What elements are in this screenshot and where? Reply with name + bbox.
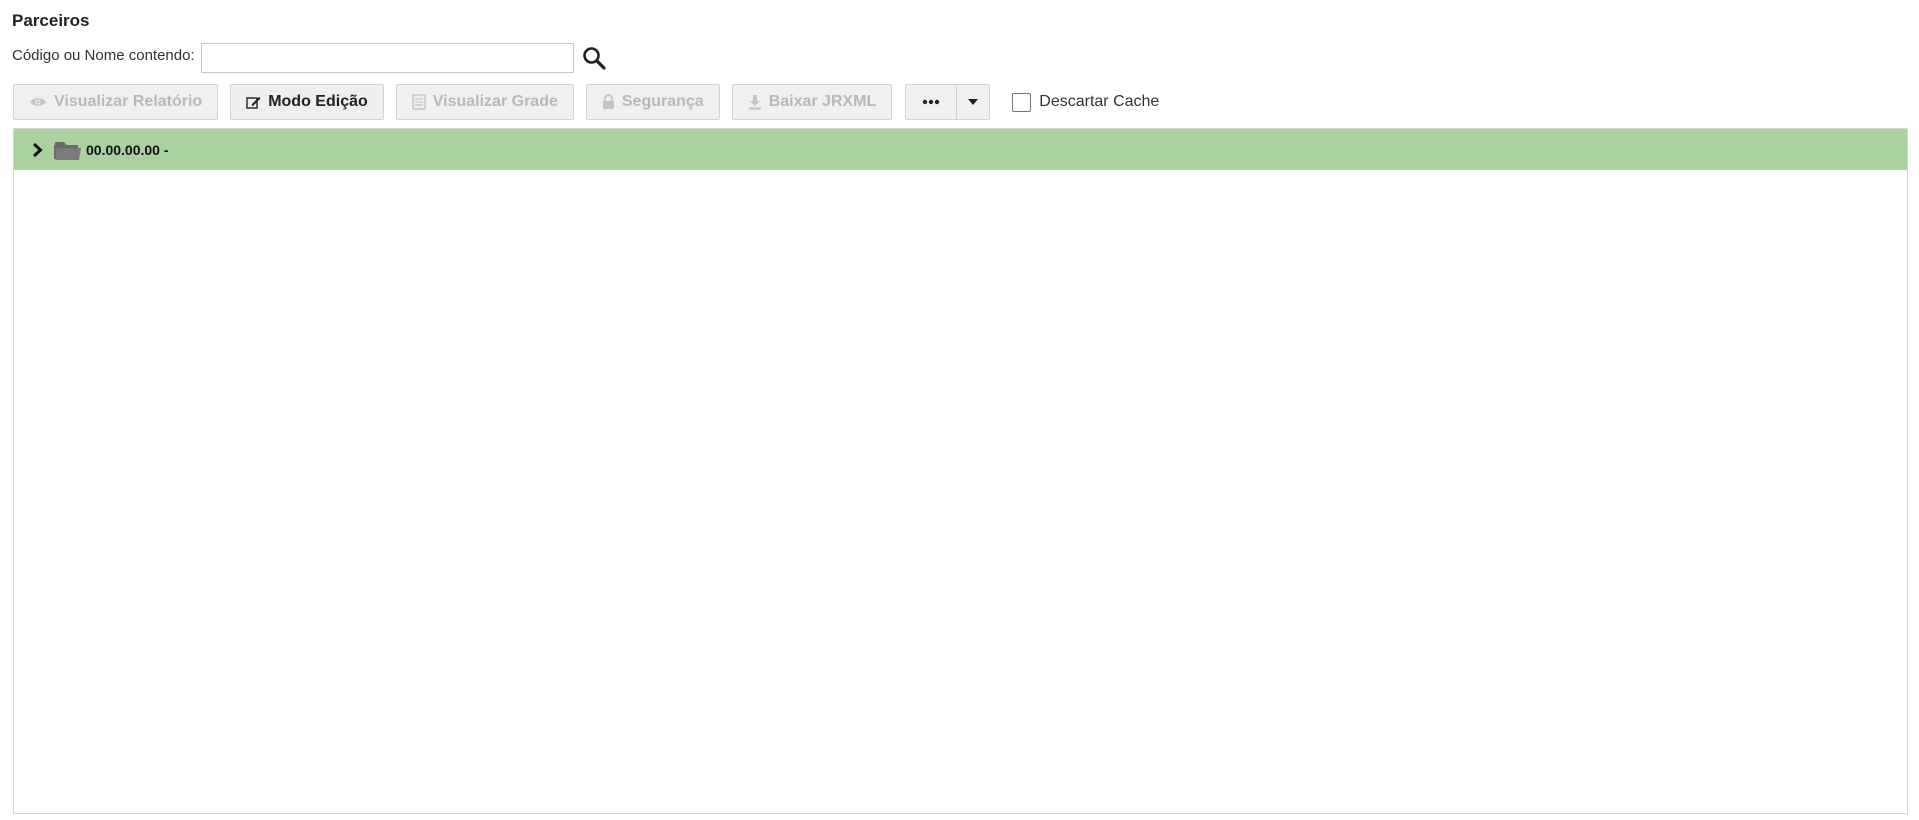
download-jrxml-button[interactable]: Baixar JRXML (731, 84, 893, 120)
edit-mode-label: Modo Edição (268, 93, 368, 110)
page-title: Parceiros (12, 11, 90, 30)
ellipsis-icon (923, 99, 940, 105)
more-actions-split-button (905, 84, 991, 120)
search-label: Código ou Nome contendo: (12, 46, 195, 64)
page: Parceiros Código ou Nome contendo: Visua… (0, 0, 1919, 820)
lock-icon (602, 94, 615, 110)
search-icon (582, 47, 606, 70)
search-row: Código ou Nome contendo: (12, 41, 609, 75)
discard-cache-checkbox[interactable] (1012, 92, 1032, 112)
toolbar: Visualizar Relatório Modo Edição Visuali… (13, 84, 1159, 120)
tree-node[interactable]: 00.00.00.00 - (14, 129, 1907, 170)
view-grid-label: Visualizar Grade (432, 93, 558, 110)
eye-icon (29, 96, 47, 108)
view-report-label: Visualizar Relatório (54, 93, 203, 110)
more-actions-button[interactable] (905, 84, 958, 120)
grid-icon (412, 94, 426, 110)
download-icon (748, 94, 762, 110)
security-button[interactable]: Segurança (585, 84, 720, 120)
download-jrxml-label: Baixar JRXML (768, 93, 877, 110)
view-grid-button[interactable]: Visualizar Grade (395, 84, 574, 120)
tree-node-label: 00.00.00.00 - (86, 141, 169, 158)
caret-down-icon (968, 99, 979, 105)
search-button[interactable] (579, 43, 609, 73)
more-actions-dropdown-toggle[interactable] (957, 84, 991, 120)
tree-panel: 00.00.00.00 - (13, 128, 1908, 814)
edit-mode-button[interactable]: Modo Edição (230, 84, 384, 120)
discard-cache-option[interactable]: Descartar Cache (1012, 92, 1160, 112)
chevron-right-icon[interactable] (30, 142, 44, 158)
security-label: Segurança (621, 93, 704, 110)
search-input[interactable] (200, 43, 574, 73)
view-report-button[interactable]: Visualizar Relatório (13, 84, 219, 120)
edit-icon (246, 95, 261, 110)
folder-open-icon (54, 139, 82, 161)
discard-cache-label: Descartar Cache (1039, 93, 1160, 110)
